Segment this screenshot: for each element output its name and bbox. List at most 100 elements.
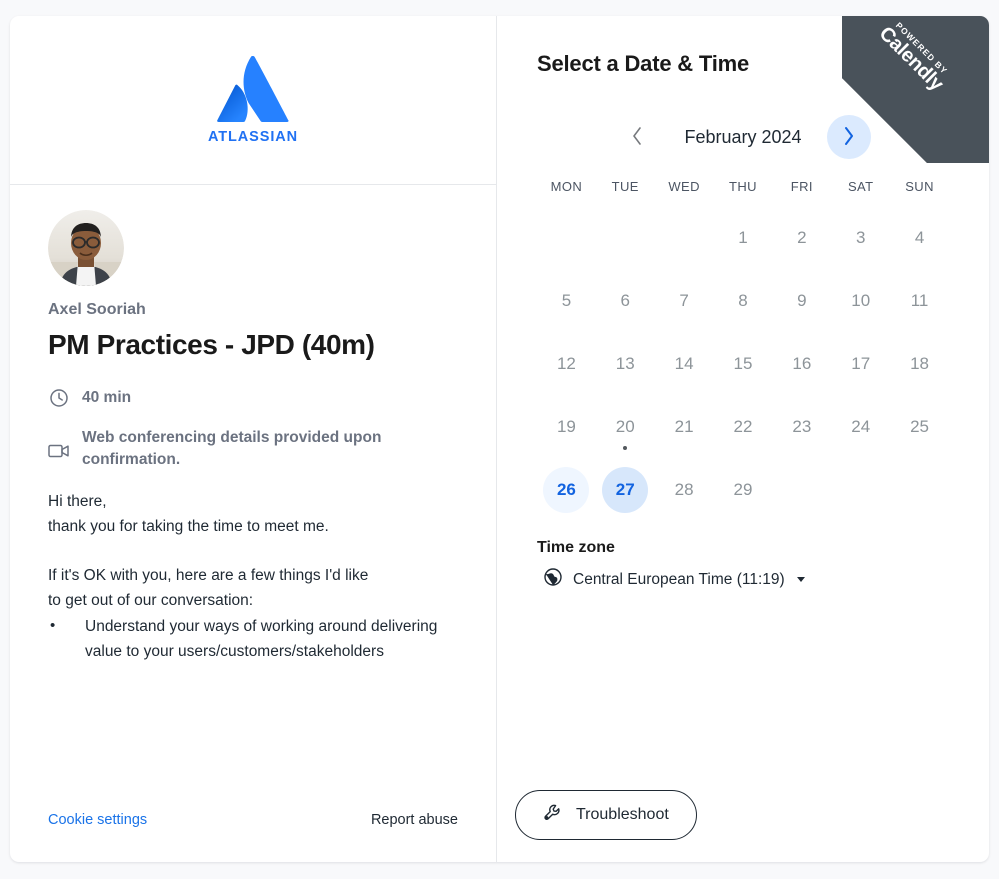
event-location-row: Web conferencing details provided upon c…: [48, 427, 458, 472]
booking-card: ATLASSIAN Axel Sooriah PM Practices - JP…: [10, 16, 989, 862]
calendar-day-cell: 8: [714, 269, 773, 332]
previous-month-button[interactable]: [615, 115, 659, 159]
calendar-day: 19: [543, 404, 589, 450]
troubleshoot-label: Troubleshoot: [576, 806, 669, 823]
timezone-value: Central European Time (11:19): [573, 570, 785, 588]
calendar-day: 23: [779, 404, 825, 450]
calendar-day-cell: 10: [831, 269, 890, 332]
brand-logo-area: ATLASSIAN: [10, 16, 496, 185]
timezone-dropdown[interactable]: Central European Time (11:19): [537, 568, 805, 591]
calendar-day-cell: 1: [714, 206, 773, 269]
calendar-day-cell: 5: [537, 269, 596, 332]
calendar-day: 8: [720, 278, 766, 324]
calendar-day: 11: [897, 278, 943, 324]
calendar-day-cell: 12: [537, 332, 596, 395]
page-title: Select a Date & Time: [537, 51, 750, 76]
calendar-day-cell: 4: [890, 206, 949, 269]
chevron-right-icon: [843, 126, 855, 149]
calendar-day-available[interactable]: 27: [602, 466, 649, 513]
atlassian-logo: ATLASSIAN: [208, 55, 298, 145]
calendar-day-cell: 29: [714, 458, 773, 521]
calendar-day: 18: [897, 341, 943, 387]
calendar-day: 10: [838, 278, 884, 324]
event-info: Axel Sooriah PM Practices - JPD (40m) 40…: [10, 185, 496, 862]
atlassian-wordmark: ATLASSIAN: [208, 128, 298, 145]
calendar-day-cell: [831, 458, 890, 521]
timezone-section: Time zone Central European Time (11:19): [537, 539, 949, 591]
calendar-day: 16: [779, 341, 825, 387]
calendar-day-cell: 15: [714, 332, 773, 395]
calendar-day-cell: 28: [655, 458, 714, 521]
calendar-day: 5: [543, 278, 589, 324]
calendar-day-cell: 22: [714, 395, 773, 458]
event-duration: 40 min: [82, 389, 132, 407]
calendar-day-cell: [890, 458, 949, 521]
calendar-day-cell: 16: [772, 332, 831, 395]
timezone-heading: Time zone: [537, 539, 615, 556]
chevron-down-icon: [796, 577, 805, 582]
calendar-day: 24: [838, 404, 884, 450]
calendar-day: 21: [661, 404, 707, 450]
calendar-days-grid: 1 2 3 4 5 6 7 8 9 10 11 12 13 14 15 16 17 18 19 20 21 22 23 24 2…: [537, 206, 949, 521]
event-duration-row: 40 min: [48, 387, 458, 409]
calendar-day: 15: [720, 341, 766, 387]
weekday-label: THU: [729, 179, 757, 194]
calendar-day-available[interactable]: 26: [543, 466, 590, 513]
calendar-day: 29: [720, 467, 766, 513]
calendar-day-cell: 23: [772, 395, 831, 458]
description-intro-line-1: If it's OK with you, here are a few thin…: [48, 566, 369, 584]
calendar-day-cell: 18: [890, 332, 949, 395]
cookie-settings-link[interactable]: Cookie settings: [48, 812, 147, 828]
calendar-day-cell: 20: [596, 395, 655, 458]
host-avatar: [48, 210, 124, 286]
event-title: PM Practices - JPD (40m): [48, 329, 375, 361]
calendar-day: 6: [602, 278, 648, 324]
left-panel-footer: Cookie settings Report abuse: [48, 812, 458, 828]
calendar-day: 20: [602, 404, 648, 450]
calendar-day: 12: [543, 341, 589, 387]
troubleshoot-button[interactable]: Troubleshoot: [515, 790, 697, 840]
calendar-day-cell: 27: [596, 458, 655, 521]
date-time-panel: Select a Date & Time February 2024 MON TU…: [497, 16, 989, 862]
next-month-button[interactable]: [827, 115, 871, 159]
calendar-day: 22: [720, 404, 766, 450]
calendar-day-cell: 6: [596, 269, 655, 332]
calendar-day-cell: 26: [537, 458, 596, 521]
month-navigation: February 2024: [537, 115, 949, 159]
calendar-day: 4: [897, 215, 943, 261]
list-item: Understand your ways of working around d…: [48, 614, 458, 665]
globe-icon: [544, 568, 562, 591]
calendar-day: 2: [779, 215, 825, 261]
wrench-icon: [543, 803, 563, 828]
host-name: Axel Sooriah: [48, 301, 146, 318]
calendar-day-cell: 17: [831, 332, 890, 395]
calendar-day-cell: [596, 206, 655, 269]
report-abuse-link[interactable]: Report abuse: [371, 812, 458, 828]
calendar-day-cell: [655, 206, 714, 269]
calendar-day-cell: 14: [655, 332, 714, 395]
atlassian-logo-icon: [217, 55, 289, 122]
calendar-day: 13: [602, 341, 648, 387]
weekday-label: TUE: [611, 179, 639, 194]
weekday-label: SUN: [905, 179, 934, 194]
calendar-day-cell: 11: [890, 269, 949, 332]
calendar-day-cell: [772, 458, 831, 521]
calendar-day-cell: 2: [772, 206, 831, 269]
calendar-day-cell: 13: [596, 332, 655, 395]
calendar-day: 1: [720, 215, 766, 261]
calendar-day-cell: [537, 206, 596, 269]
video-camera-icon: [48, 427, 70, 459]
calendar-day-cell: 7: [655, 269, 714, 332]
calendar-day: 28: [661, 467, 707, 513]
calendar-day: 14: [661, 341, 707, 387]
calendar-day-cell: 19: [537, 395, 596, 458]
description-intro-line-2: to get out of our conversation:: [48, 592, 254, 610]
weekday-label: SAT: [847, 179, 874, 194]
today-indicator-dot: [623, 446, 628, 450]
chevron-left-icon: [631, 126, 643, 149]
description-thanks: thank you for taking the time to meet me…: [48, 518, 329, 536]
calendar-day: 25: [897, 404, 943, 450]
calendar-day: 9: [779, 278, 825, 324]
calendar-day-cell: 21: [655, 395, 714, 458]
